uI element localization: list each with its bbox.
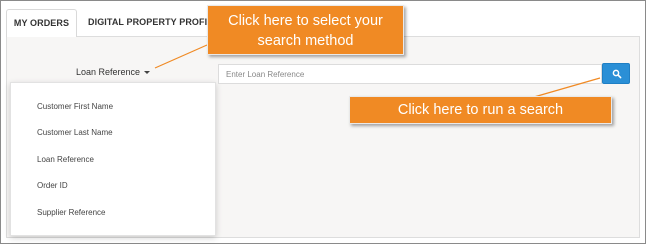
search-input[interactable]: [218, 64, 602, 84]
menu-item-customer-last-name[interactable]: Customer Last Name: [37, 128, 113, 137]
tab-my-orders[interactable]: MY ORDERS: [6, 9, 77, 37]
menu-item-loan-reference[interactable]: Loan Reference: [37, 155, 94, 164]
caret-down-icon: [144, 71, 151, 75]
callout-method-line1: Click here to select your: [228, 13, 383, 29]
search-button[interactable]: [602, 63, 630, 84]
menu-item-supplier-reference[interactable]: Supplier Reference: [37, 208, 105, 217]
callout-select-search-method: Click here to select your search method: [207, 5, 404, 55]
menu-item-customer-first-name[interactable]: Customer First Name: [37, 102, 113, 111]
search-icon: [612, 69, 622, 79]
menu-item-order-id[interactable]: Order ID: [37, 181, 68, 190]
search-method-menu: Customer First Name Customer Last Name L…: [10, 82, 216, 236]
search-method-selected: Loan Reference: [76, 67, 141, 77]
callout-method-line2: search method: [257, 33, 354, 49]
callout-run-search: Click here to run a search: [349, 96, 612, 124]
search-method-dropdown[interactable]: Loan Reference: [76, 67, 151, 77]
